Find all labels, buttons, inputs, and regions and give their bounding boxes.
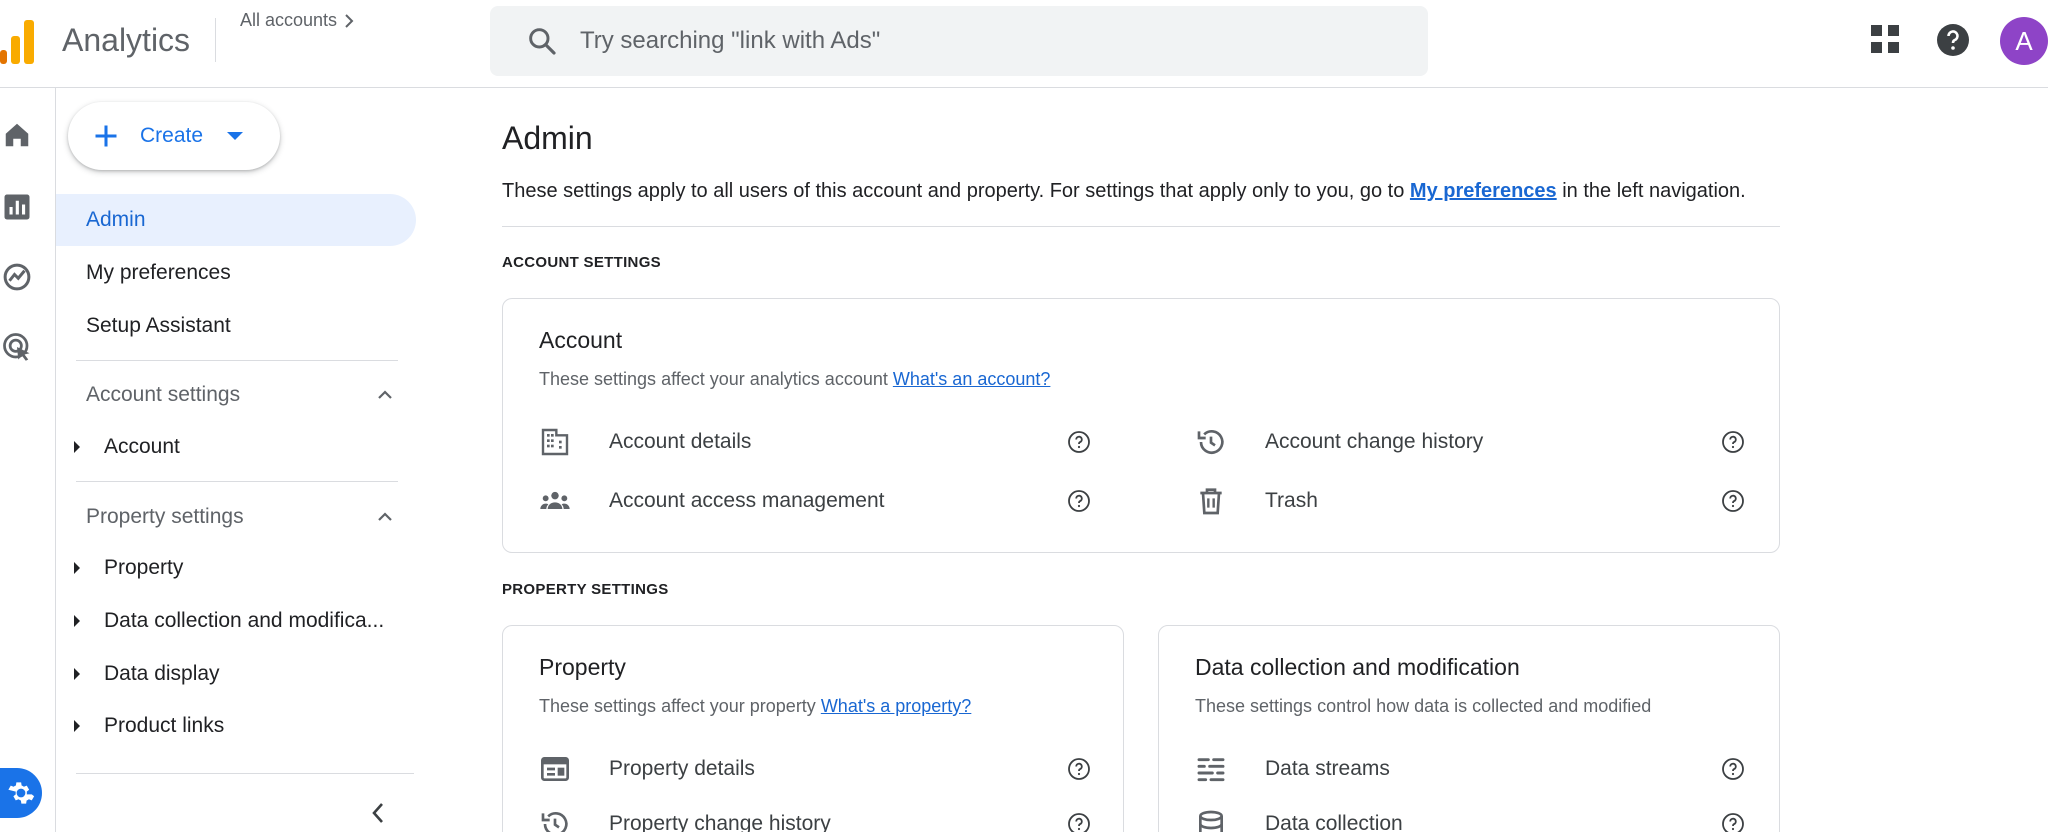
gear-icon [8, 782, 35, 804]
collapse-sidebar-icon[interactable] [368, 800, 388, 826]
data-streams-icon [1197, 758, 1225, 782]
all-accounts-breadcrumb[interactable]: All accounts [240, 10, 355, 31]
search-icon [529, 28, 556, 55]
history-icon [541, 812, 568, 832]
sidebar-item-label: Property [104, 556, 184, 579]
data-card-subtitle: These settings control how data is colle… [1195, 696, 1652, 716]
property-settings-section-label: PROPERTY SETTINGS [502, 581, 669, 598]
row-label: Trash [1265, 489, 1318, 512]
main-divider [502, 226, 1780, 227]
help-outline-icon[interactable] [1067, 812, 1091, 832]
analytics-logo[interactable] [0, 18, 40, 64]
data-card-title: Data collection and modification [1195, 654, 1520, 680]
home-icon[interactable] [2, 120, 32, 150]
sidebar-item-label: Product links [104, 714, 225, 737]
sidebar-item-admin-label[interactable]: Admin [86, 208, 146, 232]
help-outline-icon[interactable] [1067, 489, 1091, 513]
account-settings-section-label: ACCOUNT SETTINGS [502, 254, 661, 271]
property-settings-header[interactable]: Property settings [86, 505, 244, 529]
page-description: These settings apply to all users of thi… [502, 180, 1746, 202]
property-card: Property These settings affect your prop… [502, 625, 1124, 832]
account-change-history-row[interactable]: Account change history [1195, 422, 1765, 462]
chevron-up-icon[interactable] [376, 508, 394, 526]
row-label: Account access management [609, 489, 885, 512]
breadcrumb-label: All accounts [240, 10, 338, 30]
search-input[interactable] [580, 27, 1380, 55]
row-label: Account change history [1265, 430, 1484, 453]
property-card-title: Property [539, 654, 626, 680]
sidebar-item-label: Account [104, 435, 180, 458]
property-details-row[interactable]: Property details [539, 749, 1109, 789]
expand-arrow-icon [74, 720, 80, 732]
help-outline-icon[interactable] [1721, 757, 1745, 781]
history-icon [1197, 430, 1224, 454]
row-label: Account details [609, 430, 752, 453]
expand-arrow-icon [74, 441, 80, 453]
row-label: Property details [609, 757, 755, 780]
expand-arrow-icon [74, 615, 80, 627]
top-bar: Analytics All accounts A [0, 0, 2048, 88]
sidebar-item-label: Data collection and modifica... [104, 609, 385, 632]
account-details-row[interactable]: Account details [539, 422, 1109, 462]
account-card-title: Account [539, 327, 623, 353]
sidebar-item-data-display[interactable]: Data display [74, 662, 220, 686]
header-divider [215, 18, 216, 62]
data-collection-row[interactable]: Data collection [1195, 804, 1765, 832]
row-label: Property change history [609, 812, 831, 832]
trash-row[interactable]: Trash [1195, 481, 1765, 521]
account-card: Account These settings affect your analy… [502, 298, 1780, 553]
apps-grid-icon[interactable] [1868, 22, 1902, 56]
sidebar-item-property[interactable]: Property [74, 556, 183, 580]
database-icon [1199, 810, 1223, 832]
sidebar-divider [76, 481, 398, 482]
account-card-subtitle: These settings affect your analytics acc… [539, 369, 1051, 389]
help-outline-icon[interactable] [1721, 430, 1745, 454]
account-access-management-row[interactable]: Account access management [539, 481, 1109, 521]
explore-icon[interactable] [2, 262, 32, 292]
whats-a-property-link[interactable]: What's a property? [821, 696, 972, 716]
page-title: Admin [502, 120, 593, 156]
sidebar-item-data-collection[interactable]: Data collection and modifica... [74, 609, 384, 633]
help-icon[interactable] [1935, 22, 1971, 58]
sidebar-item-product-links[interactable]: Product links [74, 714, 224, 738]
property-change-history-row[interactable]: Property change history [539, 804, 1109, 832]
data-streams-row[interactable]: Data streams [1195, 749, 1765, 789]
help-outline-icon[interactable] [1067, 757, 1091, 781]
chevron-right-icon [345, 13, 354, 28]
whats-an-account-link[interactable]: What's an account? [893, 369, 1051, 389]
reports-icon[interactable] [2, 192, 32, 222]
row-label: Data streams [1265, 757, 1390, 780]
sidebar-item-my-preferences[interactable]: My preferences [86, 261, 231, 285]
sidebar-item-label: Data display [104, 662, 220, 685]
trash-icon [1200, 488, 1222, 515]
group-icon [540, 491, 570, 509]
help-outline-icon[interactable] [1067, 430, 1091, 454]
help-outline-icon[interactable] [1721, 812, 1745, 832]
expand-arrow-icon [74, 562, 80, 574]
help-outline-icon[interactable] [1721, 489, 1745, 513]
avatar[interactable]: A [2000, 17, 2048, 65]
chevron-up-icon[interactable] [376, 386, 394, 404]
create-button[interactable]: Create [68, 102, 280, 170]
sidebar-divider [76, 360, 398, 361]
left-rail [0, 88, 56, 832]
my-preferences-link[interactable]: My preferences [1410, 180, 1557, 202]
create-label: Create [140, 124, 204, 147]
account-settings-header[interactable]: Account settings [86, 383, 240, 407]
sidebar-item-setup-assistant[interactable]: Setup Assistant [86, 314, 231, 338]
row-label: Data collection [1265, 812, 1403, 832]
search-bar[interactable] [490, 6, 1428, 76]
caret-down-icon [227, 132, 244, 140]
plus-icon [95, 125, 117, 147]
expand-arrow-icon [74, 668, 80, 680]
building-icon [541, 428, 569, 456]
advertising-icon[interactable] [2, 332, 32, 362]
sidebar-item-account[interactable]: Account [74, 435, 180, 459]
property-card-subtitle: These settings affect your property What… [539, 696, 972, 716]
property-details-icon [541, 757, 569, 781]
data-collection-card: Data collection and modification These s… [1158, 625, 1780, 832]
sidebar-divider [76, 773, 414, 774]
app-title: Analytics [62, 22, 191, 58]
